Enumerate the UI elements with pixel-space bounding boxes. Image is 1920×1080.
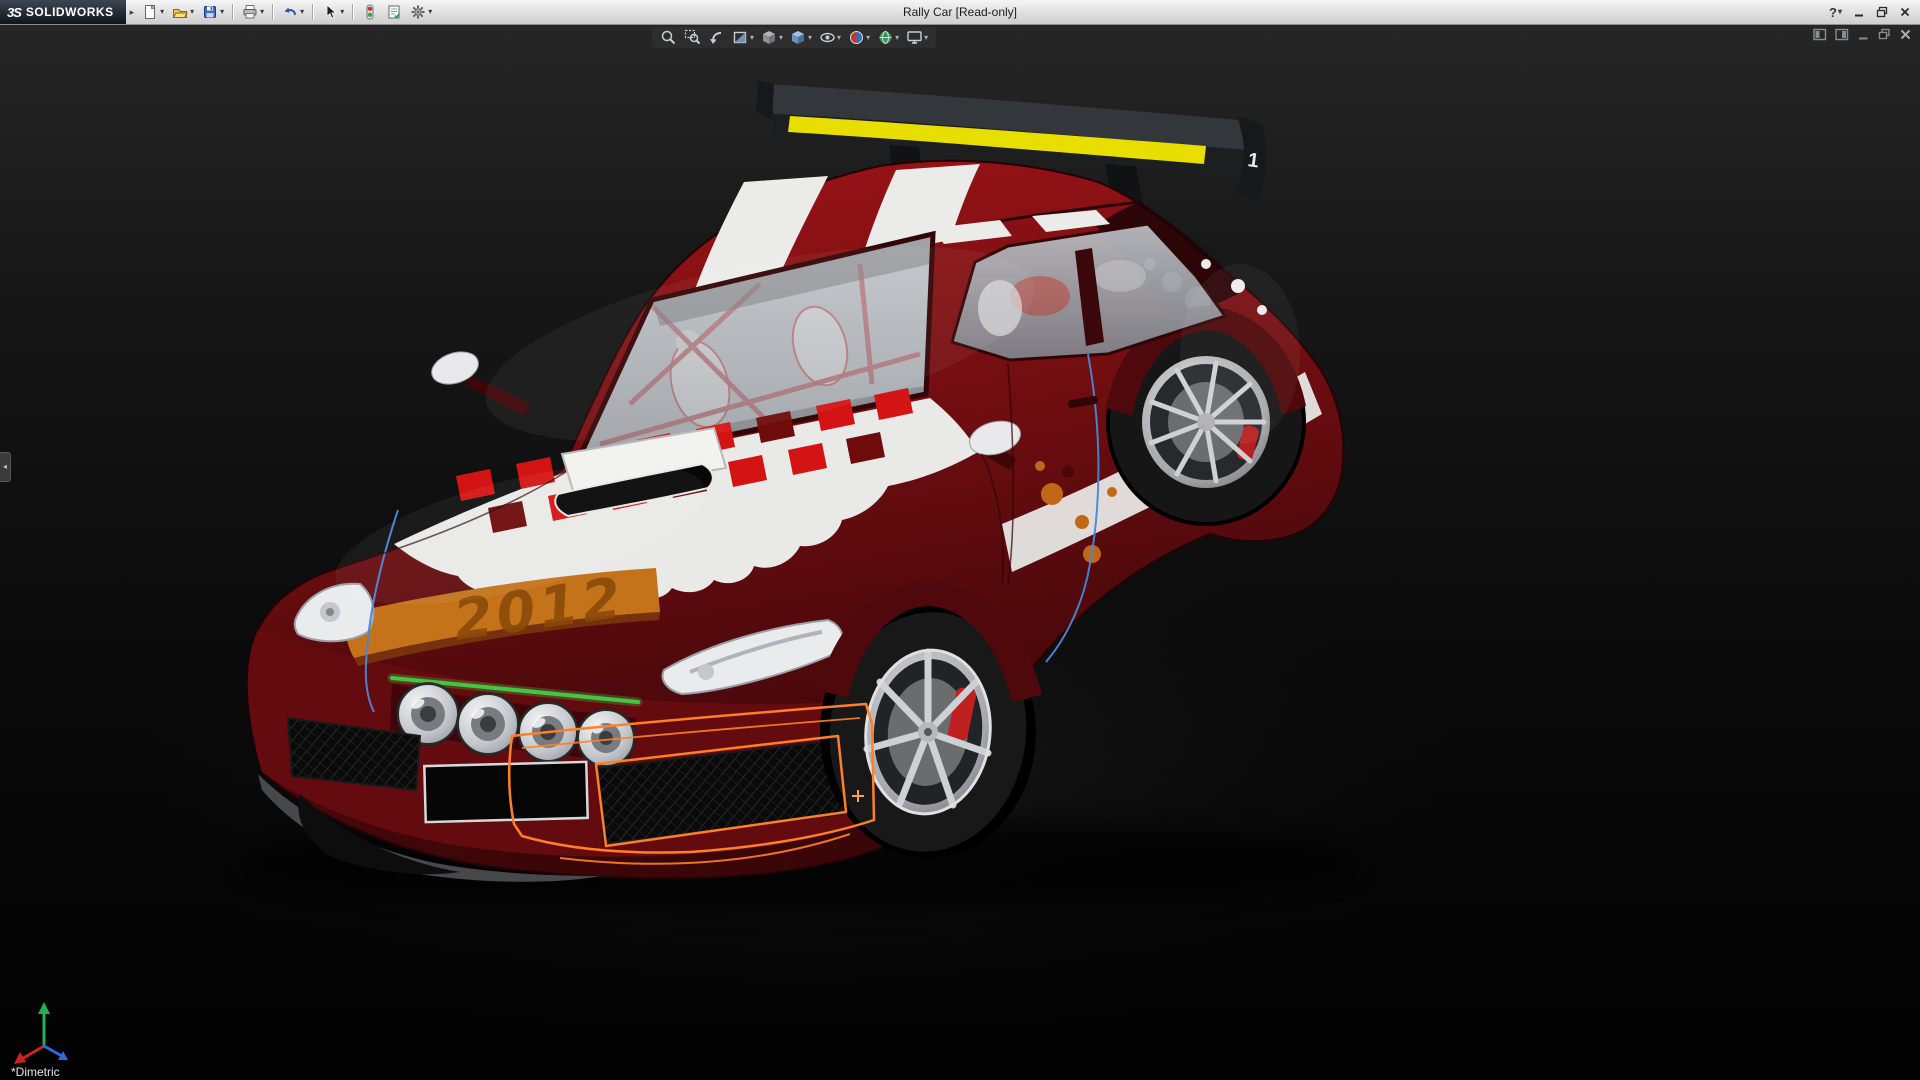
zoom-to-fit-button[interactable]: [658, 28, 679, 47]
hide-show-caret[interactable]: ▾: [837, 34, 841, 42]
apply-scene-icon: [877, 29, 894, 46]
undo-button[interactable]: ▾: [278, 1, 308, 23]
print-button[interactable]: ▾: [238, 1, 268, 23]
save-button[interactable]: ▾: [198, 1, 228, 23]
options-button[interactable]: ▾: [406, 1, 436, 23]
toolbar-separator: [352, 4, 354, 20]
brand-name: SOLIDWORKS: [26, 5, 114, 19]
minimize-icon: [1853, 6, 1865, 18]
heads-up-toolbar: ▾ ▾ ▾ ▾ ▾ ▾ ▾: [652, 27, 936, 48]
doc-close-icon: [1899, 28, 1912, 41]
titlebar: 3S SOLIDWORKS ▸ ▾ ▾ ▾ ▾ ▾ ▾: [0, 0, 1920, 25]
doc-minimize-icon: [1857, 28, 1870, 41]
panel-collapse-handle[interactable]: ◂: [0, 452, 11, 482]
pane-toggle-right-button[interactable]: [1835, 28, 1849, 41]
doc-minimize-button[interactable]: [1857, 28, 1870, 41]
toolbar-separator: [232, 4, 234, 20]
select-button[interactable]: ▾: [318, 1, 348, 23]
apply-scene-caret[interactable]: ▾: [895, 34, 899, 42]
document-window-controls: [1813, 28, 1912, 41]
scene-canvas[interactable]: 1: [0, 24, 1920, 1080]
rebuild-icon: [362, 4, 378, 20]
display-style-icon: [790, 29, 807, 46]
open-icon: [172, 4, 188, 20]
print-icon: [242, 4, 258, 20]
print-caret[interactable]: ▾: [260, 8, 264, 16]
file-properties-icon: [386, 4, 402, 20]
view-settings-button[interactable]: ▾: [904, 28, 930, 47]
reference-triad: [6, 990, 86, 1070]
open-caret[interactable]: ▾: [190, 8, 194, 16]
close-button[interactable]: [1895, 3, 1915, 21]
help-caret[interactable]: ▾: [1838, 8, 1842, 16]
select-caret[interactable]: ▾: [340, 8, 344, 16]
edit-appearance-icon: [848, 29, 865, 46]
view-orientation-icon: [761, 29, 778, 46]
save-icon: [202, 4, 218, 20]
view-orientation-caret[interactable]: ▾: [779, 34, 783, 42]
save-caret[interactable]: ▾: [220, 8, 224, 16]
section-view-icon: [732, 29, 749, 46]
view-orientation-button[interactable]: ▾: [759, 28, 785, 47]
options-icon: [410, 4, 426, 20]
new-document-icon: [142, 4, 158, 20]
zoom-fit-icon: [660, 29, 677, 46]
file-properties-button[interactable]: [382, 1, 406, 23]
help-glyph: ?: [1829, 5, 1837, 20]
toolbar-separator: [272, 4, 274, 20]
minimize-button[interactable]: [1849, 3, 1869, 21]
view-settings-icon: [906, 29, 923, 46]
previous-view-button[interactable]: [706, 28, 727, 47]
new-document-caret[interactable]: ▾: [160, 8, 164, 16]
section-view-button[interactable]: ▾: [730, 28, 756, 47]
restore-icon: [1876, 6, 1888, 18]
hide-show-items-icon: [819, 29, 836, 46]
orientation-label: *Dimetric: [11, 1065, 60, 1079]
solidworks-window: 3S SOLIDWORKS ▸ ▾ ▾ ▾ ▾ ▾ ▾: [0, 0, 1920, 1080]
select-cursor-icon: [322, 4, 338, 20]
help-button[interactable]: ? ▾: [1825, 5, 1846, 20]
toolbar-expand-arrow[interactable]: ▸: [126, 7, 139, 18]
hide-show-items-button[interactable]: ▾: [817, 28, 843, 47]
view-settings-caret[interactable]: ▾: [924, 34, 928, 42]
undo-caret[interactable]: ▾: [300, 8, 304, 16]
options-caret[interactable]: ▾: [428, 8, 432, 16]
edit-appearance-button[interactable]: ▾: [846, 28, 872, 47]
zoom-area-icon: [684, 29, 701, 46]
open-button[interactable]: ▾: [168, 1, 198, 23]
zoom-to-area-button[interactable]: [682, 28, 703, 47]
undo-icon: [282, 4, 298, 20]
display-style-button[interactable]: ▾: [788, 28, 814, 47]
pane-toggle-left-button[interactable]: [1813, 28, 1827, 41]
close-icon: [1899, 6, 1911, 18]
toolbar-separator: [312, 4, 314, 20]
brand-logo: 3S SOLIDWORKS: [0, 0, 126, 24]
section-view-caret[interactable]: ▾: [750, 34, 754, 42]
graphics-viewport[interactable]: 1: [0, 24, 1920, 1080]
pane-right-icon: [1835, 28, 1849, 41]
new-document-button[interactable]: ▾: [138, 1, 168, 23]
apply-scene-button[interactable]: ▾: [875, 28, 901, 47]
display-style-caret[interactable]: ▾: [808, 34, 812, 42]
window-controls: ? ▾: [1825, 3, 1920, 21]
brand-prefix: 3S: [7, 5, 21, 20]
rebuild-button[interactable]: [358, 1, 382, 23]
restore-button[interactable]: [1872, 3, 1892, 21]
doc-restore-icon: [1878, 28, 1891, 41]
previous-view-icon: [708, 29, 725, 46]
pane-left-icon: [1813, 28, 1827, 41]
doc-restore-button[interactable]: [1878, 28, 1891, 41]
doc-close-button[interactable]: [1899, 28, 1912, 41]
edit-appearance-caret[interactable]: ▾: [866, 34, 870, 42]
license-plate: [424, 762, 587, 822]
